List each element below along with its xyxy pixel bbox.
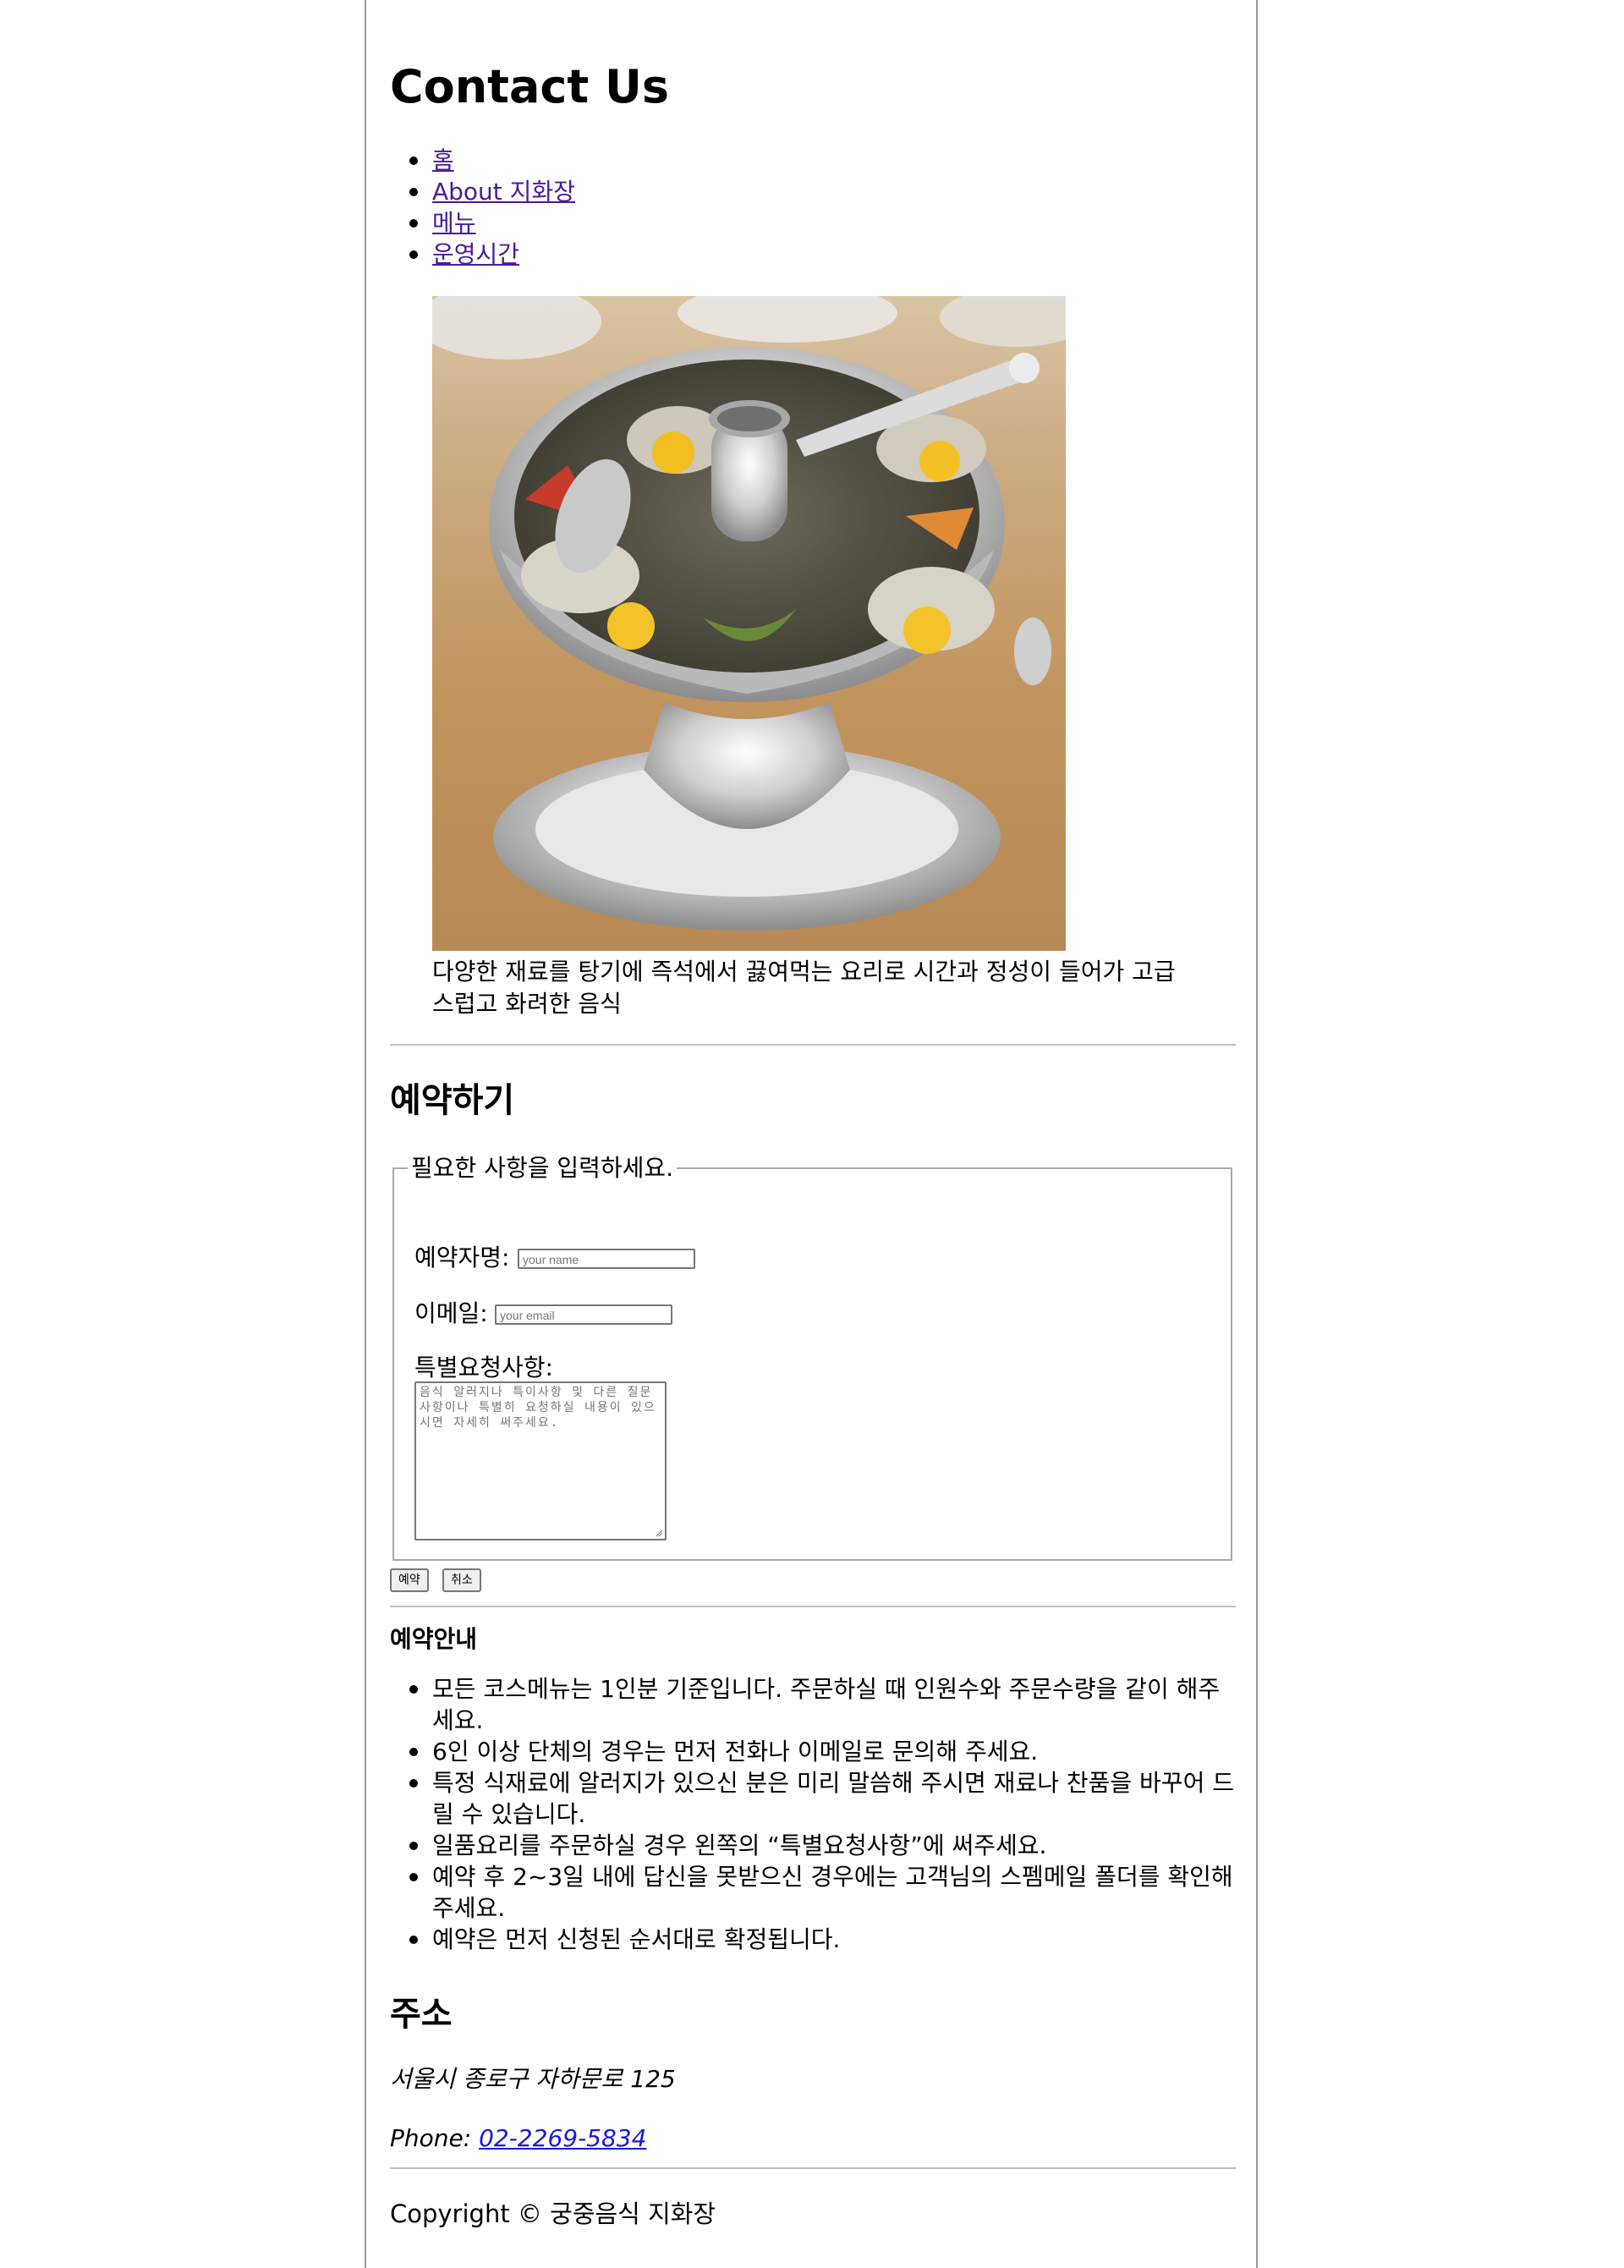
page-container: Contact Us 홈 About 지화장 메뉴 운영시간 다양한 재료를 탕… [365,0,1258,2268]
list-item: 6인 이상 단체의 경우는 먼저 전화나 이메일로 문의해 주세요. [390,1736,1236,1767]
guide-list: 모든 코스메뉴는 1인분 기준입니다. 주문하실 때 인원수와 주문수량을 같이… [390,1673,1236,1955]
photo-caption: 다양한 재료를 탕기에 즉석에서 끓여먹는 요리로 시간과 정성이 들어가 고급… [432,958,1176,1018]
sinseollo-illustration [432,296,1066,931]
reservation-heading: 예약하기 [390,1081,515,1120]
street-address: 서울시 종로구 자하문로 125 [390,2065,676,2093]
guide-heading: 예약안내 [390,1625,478,1653]
list-item: 모든 코스메뉴는 1인분 기준입니다. 주문하실 때 인원수와 주문수량을 같이… [390,1673,1236,1736]
divider [390,2167,1236,2169]
page-title: Contact Us [390,60,670,113]
divider [390,1606,1236,1607]
sinseollo-photo [432,296,1066,951]
reservation-legend: 필요한 사항을 입력하세요. [411,1154,674,1182]
phone-link[interactable]: 02-2269-5834 [479,2124,646,2152]
request-placeholder: 음식 알러지나 특이사항 및 다른 질문사항이나 특별히 요청하실 내용이 있으… [420,1386,656,1430]
name-input[interactable]: your name [518,1249,695,1269]
list-item: 일품요리를 주문하실 경우 왼쪽의 “특별요청사항”에 써주세요. [390,1830,1236,1861]
list-item: 특정 식재료에 알러지가 있으신 분은 미리 말씀해 주시면 재료나 찬품을 바… [390,1767,1236,1830]
phone-line: Phone: 02-2269-5834 [390,2124,646,2152]
cancel-button[interactable]: 취소 [442,1568,481,1592]
copyright: Copyright © 궁중음식 지화장 [390,2199,716,2228]
nav-link-menu[interactable]: 메뉴 [432,209,476,237]
request-label: 특별요청사항: [414,1354,553,1381]
list-item: 예약 후 2~3일 내에 답신을 못받으신 경우에는 고객님의 스펨메일 폴더를… [390,1861,1236,1924]
divider [390,1044,1236,1046]
main-nav: 홈 About 지화장 메뉴 운영시간 [390,145,575,270]
list-item: 예약은 먼저 신청된 순서대로 확정됩니다. [390,1924,1236,1955]
address-heading: 주소 [390,1995,453,2034]
nav-item-about: About 지화장 [390,176,575,207]
nav-item-menu: 메뉴 [390,207,575,239]
email-label: 이메일: [414,1299,488,1327]
submit-button[interactable]: 예약 [390,1568,429,1592]
email-input[interactable]: your email [495,1304,672,1325]
name-label: 예약자명: [414,1244,510,1271]
request-textarea[interactable]: 음식 알러지나 특이사항 및 다른 질문사항이나 특별히 요청하실 내용이 있으… [414,1381,667,1540]
nav-item-hours: 운영시간 [390,239,575,270]
nav-link-hours[interactable]: 운영시간 [432,240,519,268]
phone-label: Phone: [390,2124,472,2152]
nav-item-home: 홈 [390,145,575,176]
resize-grip-icon[interactable] [655,1529,663,1537]
reservation-fieldset: 필요한 사항을 입력하세요. 예약자명: your name 이메일: your… [392,1155,1232,1561]
nav-link-home[interactable]: 홈 [432,146,454,174]
nav-link-about[interactable]: About 지화장 [432,178,575,206]
